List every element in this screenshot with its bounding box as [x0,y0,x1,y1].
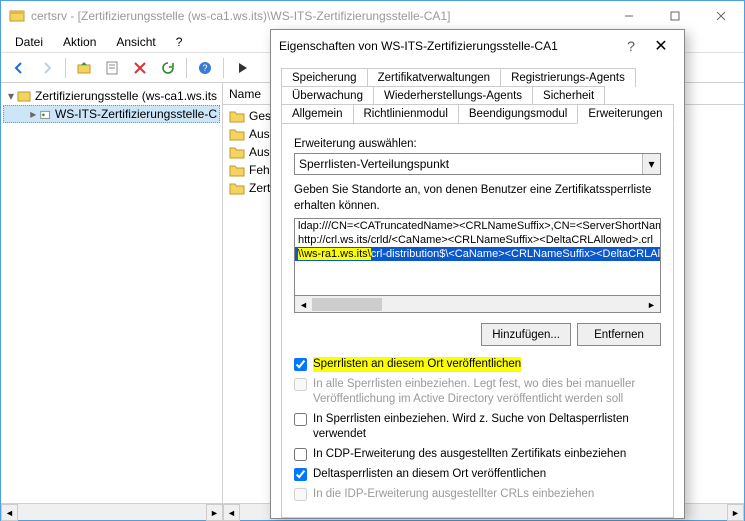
scroll-left-icon[interactable]: ◄ [1,504,18,521]
ext-select-value: Sperrlisten-Verteilungspunkt [299,157,449,171]
checkbox-label: In alle Sperrlisten einbeziehen. Legt fe… [313,377,661,407]
checkbox-row-5: In die IDP-Erweiterung ausgestellter CRL… [294,487,661,502]
checkbox-row-2[interactable]: In Sperrlisten einbeziehen. Wird z. Such… [294,412,661,442]
checkbox-input [294,378,307,391]
checkbox-label: In Sperrlisten einbeziehen. Wird z. Such… [313,412,661,442]
checkbox-row-0[interactable]: Sperrlisten an diesem Ort veröffentliche… [294,357,661,372]
checkbox-input[interactable] [294,468,307,481]
tree-child-label: WS-ITS-Zertifizierungsstelle-C [55,107,217,121]
crl-locations-listbox[interactable]: ldap:///CN=<CATruncatedName><CRLNameSuff… [294,218,661,296]
checkbox-input[interactable] [294,358,307,371]
ext-select-combo[interactable]: Sperrlisten-Verteilungspunkt ▾ [294,153,661,175]
play-button[interactable] [230,56,254,80]
checkbox-input[interactable] [294,448,307,461]
minimize-button[interactable] [606,1,652,31]
scroll-right-icon[interactable]: ► [727,504,744,521]
delete-button[interactable] [128,56,152,80]
folder-icon [229,163,245,177]
folder-icon [229,181,245,195]
dialog-title: Eigenschaften von WS-ITS-Zertifizierungs… [279,39,616,53]
scroll-left-icon[interactable]: ◄ [223,504,240,521]
tree-root-label: Zertifizierungsstelle (ws-ca1.ws.its [35,89,217,103]
folder-icon [229,109,245,123]
svg-text:?: ? [202,63,207,73]
tab-panel-erweiterungen: Erweiterung auswählen: Sperrlisten-Verte… [281,123,674,518]
scroll-thumb[interactable] [312,298,382,311]
tabstrip: SpeicherungZertifikatverwaltungenRegistr… [281,68,674,123]
listbox-hscroll[interactable]: ◄ ► [294,296,661,313]
checkbox-label: Deltasperrlisten an diesem Ort veröffent… [313,467,546,482]
tab-beendigungsmodul[interactable]: Beendigungsmodul [458,104,578,123]
menu-action[interactable]: Aktion [55,33,104,51]
tab--berwachung[interactable]: Überwachung [281,86,374,105]
chevron-down-icon[interactable]: ▾ [642,154,660,174]
cert-root-icon [17,89,31,103]
tab-speicherung[interactable]: Speicherung [281,68,368,87]
tab-wiederherstellungs-agents[interactable]: Wiederherstellungs-Agents [373,86,533,105]
ca-node-icon [39,107,51,121]
tree-pane: ▾ Zertifizierungsstelle (ws-ca1.ws.its ▸… [1,83,223,503]
checkbox-input[interactable] [294,413,307,426]
listbox-line[interactable]: \\ws-ra1.ws.its\crl-distribution$\<CaNam… [295,247,660,261]
remove-button[interactable]: Entfernen [577,323,661,346]
app-icon [9,8,25,24]
folder-icon [229,145,245,159]
menu-help[interactable]: ? [168,33,191,51]
checkbox-row-3[interactable]: In CDP-Erweiterung des ausgestellten Zer… [294,447,661,462]
tree-expander-icon[interactable]: ▸ [28,107,39,121]
add-button[interactable]: Hinzufügen... [481,323,571,346]
close-button[interactable] [698,1,744,31]
help-button[interactable]: ? [193,56,217,80]
titlebar: certsrv - [Zertifizierungsstelle (ws-ca1… [1,1,744,31]
tree-root[interactable]: ▾ Zertifizierungsstelle (ws-ca1.ws.its [3,87,220,105]
checkbox-input [294,488,307,501]
properties-dialog: Eigenschaften von WS-ITS-Zertifizierungs… [270,29,685,519]
scroll-left-icon[interactable]: ◄ [295,296,312,313]
tab-allgemein[interactable]: Allgemein [281,104,354,123]
back-button[interactable] [7,56,31,80]
refresh-button[interactable] [156,56,180,80]
up-button[interactable] [72,56,96,80]
checkbox-label: In die IDP-Erweiterung ausgestellter CRL… [313,487,594,502]
checkbox-row-1: In alle Sperrlisten einbeziehen. Legt fe… [294,377,661,407]
tab-registrierungs-agents[interactable]: Registrierungs-Agents [500,68,636,87]
forward-button[interactable] [35,56,59,80]
dialog-close-button[interactable]: ✕ [646,36,676,56]
menu-view[interactable]: Ansicht [108,33,163,51]
dialog-help-button[interactable]: ? [616,38,646,54]
scroll-right-icon[interactable]: ► [643,296,660,313]
ext-select-label: Erweiterung auswählen: [294,138,661,150]
tab-erweiterungen[interactable]: Erweiterungen [577,104,673,124]
maximize-button[interactable] [652,1,698,31]
properties-button[interactable] [100,56,124,80]
folder-icon [229,127,245,141]
tree-child[interactable]: ▸ WS-ITS-Zertifizierungsstelle-C [3,105,220,123]
tab-sicherheit[interactable]: Sicherheit [532,86,605,105]
menu-file[interactable]: Datei [7,33,51,51]
checkbox-row-4[interactable]: Deltasperrlisten an diesem Ort veröffent… [294,467,661,482]
tree-expander-icon[interactable]: ▾ [5,89,17,103]
tree-hscroll[interactable]: ◄ ► [1,503,223,520]
dialog-titlebar: Eigenschaften von WS-ITS-Zertifizierungs… [271,30,684,62]
listbox-line[interactable]: http://crl.ws.its/crld/<CaName><CRLNameS… [295,233,660,247]
tab-zertifikatverwaltungen[interactable]: Zertifikatverwaltungen [367,68,502,87]
scroll-right-icon[interactable]: ► [206,504,223,521]
listbox-line[interactable]: ldap:///CN=<CATruncatedName><CRLNameSuff… [295,219,660,233]
tab-richtlinienmodul[interactable]: Richtlinienmodul [353,104,459,123]
ext-description: Geben Sie Standorte an, von denen Benutz… [294,183,661,214]
checkbox-label: In CDP-Erweiterung des ausgestellten Zer… [313,447,626,462]
checkbox-label: Sperrlisten an diesem Ort veröffentliche… [313,357,521,372]
window-title: certsrv - [Zertifizierungsstelle (ws-ca1… [31,9,606,23]
